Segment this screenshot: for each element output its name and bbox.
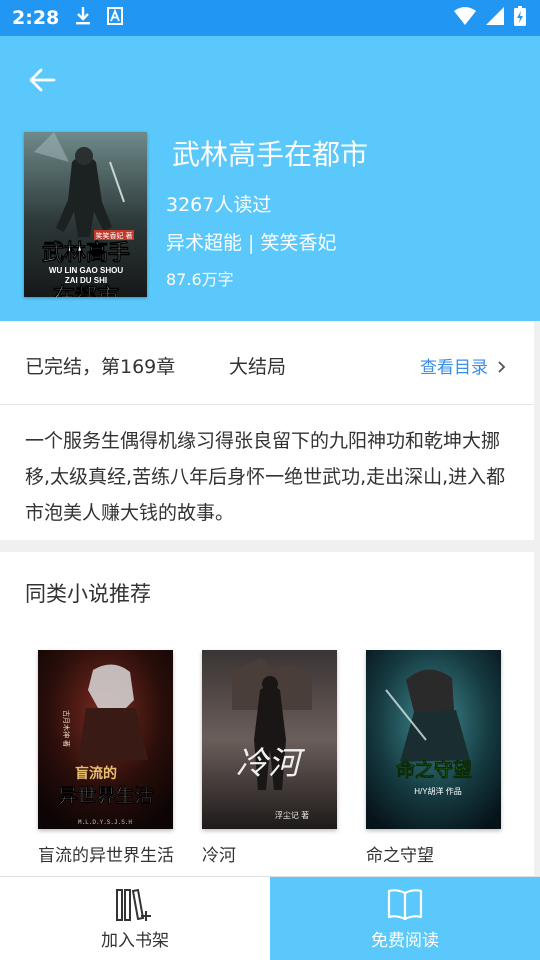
bookshelf-add-icon [116,888,151,921]
cover-author-tag: 笑笑香妃 著 [96,231,133,240]
recommend-name: 盲流的异世界生活 [38,846,174,866]
book-title: 武林高手在都市 [172,138,369,171]
book-header: 笑笑香妃 著 武林高手 WU LIN GAO SHOU ZAI DU SHI 在… [0,36,540,321]
book-cover[interactable]: 笑笑香妃 著 武林高手 WU LIN GAO SHOU ZAI DU SHI 在… [24,132,147,297]
view-toc-label: 查看目录 [420,358,488,378]
free-read-label: 免费阅读 [371,930,439,951]
recommend-cover: 命之守望 H/Y胡洋 作品 [366,650,501,829]
wifi-icon [454,7,476,29]
cover-small-text: 古月木神 著 [62,710,71,747]
signal-icon [486,7,504,29]
cover-line-1: 盲流的 [75,765,117,782]
free-read-button[interactable]: 免费阅读 [270,877,540,960]
cover-small-text: H/Y胡洋 作品 [414,786,462,796]
open-book-icon [387,888,423,920]
cover-small-text: 浮尘记 著 [275,810,309,820]
cover-title: 冷河 [236,745,306,781]
battery-icon [514,6,526,30]
status-time: 2:28 [12,7,60,29]
cover-title-line-1: 武林高手 [42,240,130,265]
recommend-item[interactable]: 古月木神 著 盲流的 异世界生活 M.L.D.Y.S.J.S.H 盲流的异世界生… [38,650,174,866]
recommend-list: 古月木神 著 盲流的 异世界生活 M.L.D.Y.S.J.S.H 盲流的异世界生… [38,650,501,866]
chapter-info-row: 已完结，第169章 大结局 查看目录 [0,321,534,405]
recommend-name: 冷河 [202,846,236,866]
chevron-right-icon [498,361,506,373]
recommend-cover: 冷河 浮尘记 著 [202,650,337,829]
font-icon [107,7,124,29]
recommend-name: 命之守望 [366,846,434,866]
cover-pinyin-line-1: WU LIN GAO SHOU [49,266,123,275]
cover-footer-text: M.L.D.Y.S.J.S.H [78,819,132,826]
view-toc-link[interactable]: 查看目录 [420,353,507,378]
recommend-heading: 同类小说推荐 [25,582,151,606]
book-description: 一个服务生偶得机缘习得张良留下的九阳神功和乾坤大挪移,太级真经,苦练八年后身怀一… [25,430,506,524]
cover-title-line-2: 在都市 [53,284,119,297]
cover-title: 命之守望 [396,758,472,781]
add-to-shelf-label: 加入书架 [101,930,169,951]
recommend-cover: 古月木神 著 盲流的 异世界生活 M.L.D.Y.S.J.S.H [38,650,173,829]
last-chapter-name: 大结局 [229,356,287,378]
cover-line-2: 异世界生活 [58,784,153,807]
chapter-status: 已完结，第169章 [25,356,176,378]
add-to-shelf-button[interactable]: 加入书架 [0,877,270,960]
scrollbar[interactable] [534,321,540,876]
book-readers: 3267人读过 [166,194,272,216]
status-bar: 2:28 [0,0,540,36]
back-button[interactable] [22,62,62,98]
book-genre-author: 异术超能 | 笑笑香妃 [166,232,337,254]
bottom-action-bar: 加入书架 免费阅读 [0,876,540,960]
section-divider [0,540,534,552]
recommend-item[interactable]: 冷河 浮尘记 著 冷河 [202,650,337,866]
book-word-count: 87.6万字 [166,270,234,289]
download-icon [75,6,91,30]
arrow-left-icon [29,68,56,92]
recommend-item[interactable]: 命之守望 H/Y胡洋 作品 命之守望 [366,650,501,866]
